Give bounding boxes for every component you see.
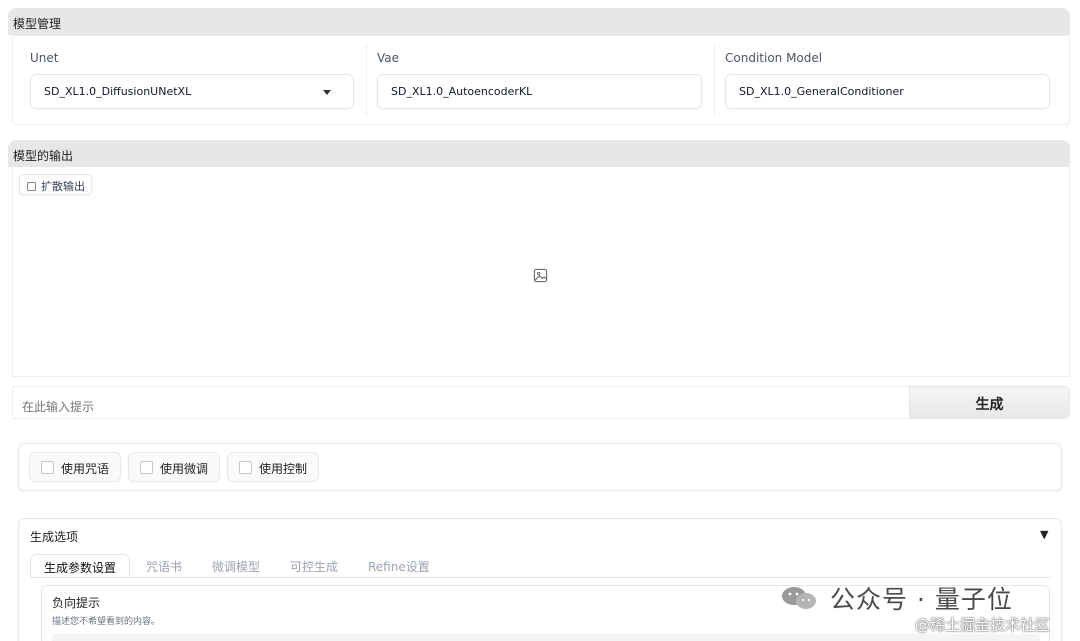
checkbox-icon[interactable] <box>140 461 153 474</box>
checkbox-label: 使用咒语 <box>61 462 110 476</box>
condition-model-value: SD_XL1.0_GeneralConditioner <box>739 85 904 98</box>
divider <box>366 44 367 116</box>
collapse-toggle-icon[interactable]: ▼ <box>1040 528 1048 541</box>
tab-generation-params[interactable]: 生成参数设置 <box>30 554 131 578</box>
output-section-title: 模型的输出 <box>13 149 74 163</box>
condition-model-field[interactable]: SD_XL1.0_GeneralConditioner <box>725 74 1050 109</box>
caret-down-icon <box>323 90 331 95</box>
watermark-secondary: @稀土掘金技术社区 <box>915 616 1051 634</box>
negative-prompt-description: 描述您不希望看到的内容。 <box>52 617 161 627</box>
unet-dropdown[interactable]: SD_XL1.0_DiffusionUNetXL <box>30 74 354 109</box>
image-placeholder-icon <box>533 268 548 283</box>
image-icon <box>27 182 36 191</box>
wechat-icon <box>782 587 816 609</box>
use-spell-checkbox[interactable]: 使用咒语 <box>29 452 121 482</box>
generate-button[interactable]: 生成 <box>909 386 1070 419</box>
tab-controllable-generation[interactable]: 可控生成 <box>290 554 338 578</box>
output-label-tag: 扩散输出 <box>19 174 92 195</box>
tab-refine-settings[interactable]: Refine设置 <box>368 554 430 578</box>
model-section-header: 模型管理 <box>8 8 1070 35</box>
tab-divider <box>30 577 1050 578</box>
checkbox-icon[interactable] <box>239 461 252 474</box>
use-control-checkbox[interactable]: 使用控制 <box>227 452 319 482</box>
checkbox-label: 使用微调 <box>160 462 209 476</box>
unet-value: SD_XL1.0_DiffusionUNetXL <box>44 85 192 98</box>
divider <box>714 44 715 116</box>
output-tag-label: 扩散输出 <box>41 180 85 193</box>
condition-model-label: Condition Model <box>725 51 823 65</box>
watermark-primary: 公众号 · 量子位 <box>830 585 1013 614</box>
vae-label: Vae <box>377 51 400 65</box>
use-finetune-checkbox[interactable]: 使用微调 <box>128 452 220 482</box>
model-section-title: 模型管理 <box>13 17 62 31</box>
output-section-header: 模型的输出 <box>8 140 1070 167</box>
negative-prompt-input[interactable] <box>52 634 1040 641</box>
generation-options-title: 生成选项 <box>30 530 79 544</box>
checkbox-label: 使用控制 <box>259 462 308 476</box>
prompt-input[interactable] <box>12 386 910 419</box>
tab-finetune-model[interactable]: 微调模型 <box>212 554 260 578</box>
checkbox-icon[interactable] <box>41 461 54 474</box>
vae-value: SD_XL1.0_AutoencoderKL <box>391 85 533 98</box>
unet-label: Unet <box>30 51 59 65</box>
vae-field[interactable]: SD_XL1.0_AutoencoderKL <box>377 74 702 109</box>
negative-prompt-title: 负向提示 <box>52 596 101 610</box>
tab-spellbook[interactable]: 咒语书 <box>146 554 182 578</box>
